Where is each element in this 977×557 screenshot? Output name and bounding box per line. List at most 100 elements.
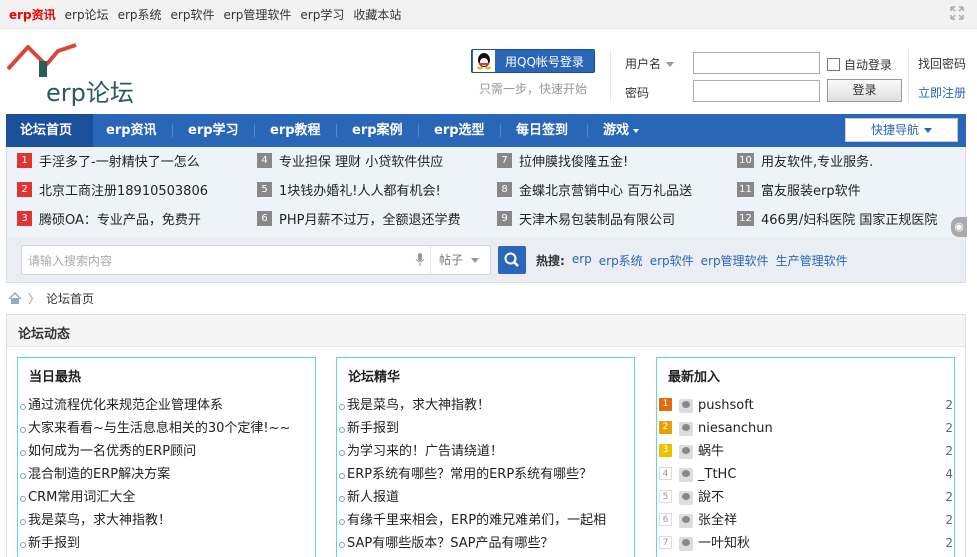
rank-badge: 5 bbox=[659, 490, 672, 503]
list-item[interactable]: 大家来看看~与生活息息相关的30个定律!~~ bbox=[18, 417, 315, 440]
top-link[interactable]: 收藏本站 bbox=[353, 6, 401, 23]
login-button[interactable]: 登录 bbox=[827, 79, 902, 102]
member-row[interactable]: 4 _TtHC 4 bbox=[657, 463, 954, 486]
hot-keyword[interactable]: 生产管理软件 bbox=[776, 252, 848, 269]
password-input[interactable] bbox=[693, 80, 820, 102]
member-row[interactable]: 1 pushsoft 2 bbox=[657, 394, 954, 417]
list-item[interactable]: 通过流程优化来规范企业管理体系 bbox=[18, 394, 315, 417]
list-item[interactable]: 如何成为一名优秀的ERP顾问 bbox=[18, 440, 315, 463]
list-item[interactable]: 我是菜鸟，求大神指教！ bbox=[337, 394, 634, 417]
member-count: 4 bbox=[945, 467, 953, 481]
member-row[interactable]: 7 一叶知秋 2 bbox=[657, 532, 954, 555]
avatar bbox=[679, 513, 693, 528]
member-name[interactable]: 蜗牛 bbox=[698, 440, 724, 463]
microphone-icon[interactable] bbox=[415, 253, 425, 267]
ad-link[interactable]: 9 天津木易包装制品有限公司 bbox=[497, 209, 722, 228]
member-row[interactable]: 3 蜗牛 2 bbox=[657, 440, 954, 463]
divider bbox=[610, 50, 611, 102]
list-item[interactable]: SAP有哪些版本？SAP产品有哪些？ bbox=[337, 532, 634, 555]
hot-keyword[interactable]: erp bbox=[572, 252, 592, 269]
ad-link[interactable]: 6 PHP月薪不过万，全额退还学费 bbox=[257, 209, 482, 228]
section-title: 论坛动态 bbox=[18, 327, 71, 342]
username-label[interactable]: 用户名 bbox=[625, 55, 675, 72]
logo-text: erp论坛 bbox=[46, 79, 134, 107]
member-row[interactable]: 2 niesanchun 2 bbox=[657, 417, 954, 440]
nav-divider bbox=[172, 124, 173, 137]
nav-item-tutorial[interactable]: erp教程 bbox=[270, 114, 321, 147]
member-count: 2 bbox=[945, 444, 953, 458]
username-input[interactable] bbox=[693, 52, 820, 74]
search-icon bbox=[504, 252, 519, 267]
register-link[interactable]: 立即注册 bbox=[918, 84, 966, 101]
hot-keyword[interactable]: erp管理软件 bbox=[701, 252, 769, 269]
nav-item-games[interactable]: 游戏 bbox=[603, 114, 640, 147]
nav-item-selection[interactable]: erp选型 bbox=[434, 114, 485, 147]
ad-link[interactable]: 8 金蝶北京营销中心 百万礼品送 bbox=[497, 180, 722, 199]
ad-number: 8 bbox=[497, 182, 512, 197]
hot-search: 热搜: erp erp系统 erp软件 erp管理软件 生产管理软件 bbox=[536, 252, 848, 269]
top-link[interactable]: erp软件 bbox=[171, 6, 215, 23]
qq-login-button[interactable]: 用QQ帐号登录 bbox=[471, 49, 595, 73]
list-item[interactable]: 新人报道 bbox=[337, 486, 634, 509]
ad-link[interactable]: 12 466男/妇科医院 国家正规医院 bbox=[737, 209, 949, 228]
ad-link[interactable]: 4 专业担保 理财 小贷软件供应 bbox=[257, 151, 482, 170]
nav-divider bbox=[418, 124, 419, 137]
site-logo[interactable]: erp论坛 bbox=[6, 39, 136, 107]
top-link[interactable]: erp学习 bbox=[300, 6, 344, 23]
nav-item-news[interactable]: erp资讯 bbox=[106, 114, 157, 147]
quick-nav-button[interactable]: 快捷导航 bbox=[845, 118, 958, 142]
list-item[interactable]: 有缘千里来相会，ERP的难兄难弟们，一起相 bbox=[337, 509, 634, 532]
home-icon[interactable] bbox=[8, 292, 22, 305]
side-tool-icon[interactable]: ◉ bbox=[951, 217, 967, 237]
hot-keyword[interactable]: erp软件 bbox=[650, 252, 694, 269]
top-links: erp资讯 erp论坛 erp系统 erp软件 erp管理软件 erp学习 收藏… bbox=[9, 6, 401, 23]
qq-login-tip: 只需一步，快速开始 bbox=[479, 82, 588, 96]
list-item[interactable]: 为学习来的！广告请绕道！ bbox=[337, 440, 634, 463]
divider bbox=[908, 50, 909, 102]
top-link[interactable]: erp系统 bbox=[118, 6, 162, 23]
list-item[interactable]: 新手报到 bbox=[337, 417, 634, 440]
member-row[interactable]: 5 說不 2 bbox=[657, 486, 954, 509]
ad-number: 10 bbox=[737, 153, 754, 168]
digest-panel: 论坛精华 我是菜鸟，求大神指教！ 新手报到 为学习来的！广告请绕道！ ERP系统… bbox=[336, 357, 635, 557]
list-item[interactable]: ERP系统有哪些？常用的ERP系统有哪些？ bbox=[337, 463, 634, 486]
ad-link[interactable]: 1 手淫多了-一射精快了一怎么 bbox=[17, 151, 242, 170]
member-name[interactable]: pushsoft bbox=[698, 394, 754, 417]
checkbox-icon[interactable] bbox=[827, 58, 840, 71]
nav-item-home[interactable]: 论坛首页 bbox=[6, 114, 93, 147]
nav-item-signin[interactable]: 每日签到 bbox=[516, 114, 568, 147]
member-name[interactable]: 說不 bbox=[698, 486, 724, 509]
ad-number: 6 bbox=[257, 211, 272, 226]
list-item[interactable]: 混合制造的ERP解决方案 bbox=[18, 463, 315, 486]
hot-keyword[interactable]: erp系统 bbox=[599, 252, 643, 269]
list-item[interactable]: 我是菜鸟，求大神指教！ bbox=[18, 509, 315, 532]
member-row[interactable]: 6 张全祥 2 bbox=[657, 509, 954, 532]
ad-link[interactable]: 5 1块钱办婚礼!人人都有机会! bbox=[257, 180, 482, 199]
ad-link[interactable]: 2 北京工商注册18910503806 bbox=[17, 180, 242, 199]
auto-login-label: 自动登录 bbox=[844, 58, 893, 72]
ad-number: 5 bbox=[257, 182, 272, 197]
ad-link[interactable]: 11 富友服装erp软件 bbox=[737, 180, 949, 199]
find-password-link[interactable]: 找回密码 bbox=[918, 55, 966, 72]
breadcrumb-current[interactable]: 论坛首页 bbox=[46, 290, 94, 307]
top-link[interactable]: erp资讯 bbox=[9, 6, 56, 23]
ad-link[interactable]: 3 腾硕OA：专业产品，免费开 bbox=[17, 209, 242, 228]
list-item[interactable]: 新手报到 bbox=[18, 532, 315, 555]
top-link[interactable]: erp管理软件 bbox=[223, 6, 291, 23]
ad-link[interactable]: 10 用友软件,专业服务. bbox=[737, 151, 949, 170]
member-name[interactable]: 一叶知秋 bbox=[698, 532, 750, 555]
auto-login-checkbox[interactable]: 自动登录 bbox=[827, 56, 892, 73]
nav-item-cases[interactable]: erp案例 bbox=[352, 114, 403, 147]
rank-badge: 4 bbox=[659, 467, 672, 480]
search-type-select[interactable]: 帖子 bbox=[430, 246, 490, 274]
top-link[interactable]: erp论坛 bbox=[65, 6, 109, 23]
member-name[interactable]: niesanchun bbox=[698, 417, 773, 440]
ad-link[interactable]: 7 拉伸膜找俊隆五金! bbox=[497, 151, 722, 170]
member-name[interactable]: _TtHC bbox=[698, 463, 736, 486]
nav-item-learn[interactable]: erp学习 bbox=[188, 114, 239, 147]
member-name[interactable]: 张全祥 bbox=[698, 509, 737, 532]
fullscreen-icon[interactable] bbox=[949, 6, 965, 22]
list-item[interactable]: CRM常用词汇大全 bbox=[18, 486, 315, 509]
search-input[interactable]: 请输入搜索内容 bbox=[28, 252, 112, 269]
search-button[interactable] bbox=[498, 246, 526, 274]
